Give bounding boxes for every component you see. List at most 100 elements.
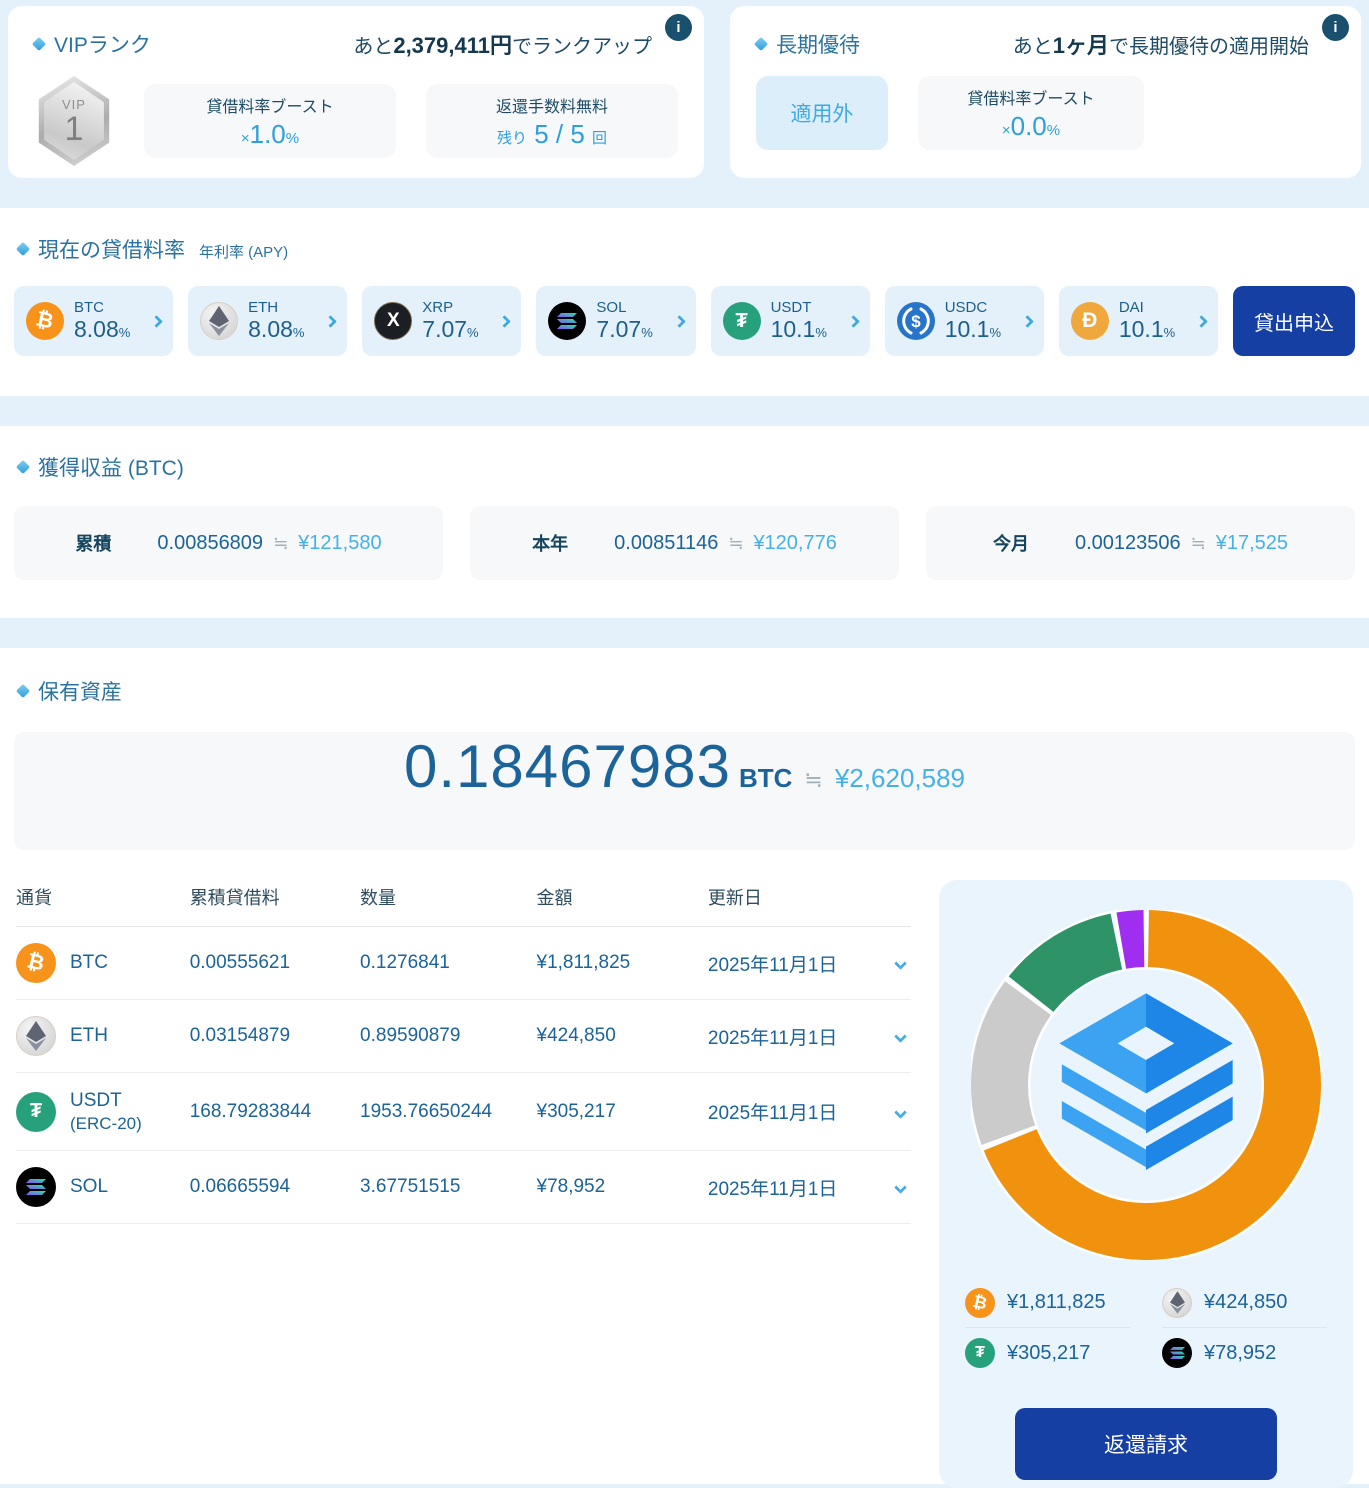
longterm-boost-label: 貸借料率ブースト: [967, 85, 1094, 109]
legend-item-eth: ¥424,850: [1162, 1278, 1327, 1328]
earnings-cards-row: 累積 0.00856809 ≒ ¥121,580 本年 0.00851146 ≒…: [0, 506, 1369, 580]
approx-symbol: ≒: [728, 533, 743, 554]
amount-value: ¥1,811,825: [537, 927, 708, 1000]
earnings-card-ytd: 本年 0.00851146 ≒ ¥120,776: [470, 506, 899, 580]
earnings-yen-value: ¥120,776: [753, 532, 836, 555]
rate-card-usdt[interactable]: ₮ USDT 10.1%: [711, 286, 870, 356]
col-header-quantity: 数量: [360, 880, 536, 927]
rate-card-btc[interactable]: ₿ BTC 8.08%: [14, 286, 173, 356]
earnings-label: 累積: [75, 530, 111, 556]
info-icon[interactable]: i: [665, 14, 692, 41]
fee-free-card: 返還手数料無料 残り 5 / 5 回: [426, 84, 678, 158]
total-btc-unit: BTC: [739, 763, 792, 794]
quantity-value: 1953.76650244: [360, 1073, 536, 1151]
bitlending-logo: [1046, 990, 1246, 1180]
col-header-cumulative-fee: 累積貸借料: [190, 880, 360, 927]
return-request-button[interactable]: 返還請求: [1015, 1408, 1277, 1480]
cumulative-fee-value: 0.03154879: [190, 1000, 360, 1073]
diamond-bullet-icon: [16, 684, 30, 698]
rate-card-eth[interactable]: ETH 8.08%: [188, 286, 347, 356]
fee-free-label: 返還手数料無料: [496, 93, 608, 117]
svg-text:$: $: [911, 312, 921, 331]
sol-icon: [1162, 1338, 1192, 1368]
cumulative-fee-value: 0.00555621: [190, 927, 360, 1000]
top-cards-row: VIPランク あと2,379,411円でランクアップ i VIP 1 貸借料率ブ…: [0, 0, 1369, 178]
rate-coin-name: USDC: [945, 300, 1001, 317]
cumulative-fee-value: 168.79283844: [190, 1073, 360, 1151]
longterm-card-header: 長期優待 あと1ヶ月で長期優待の適用開始: [756, 28, 1335, 60]
rate-card-sol[interactable]: SOL 7.07%: [536, 286, 695, 356]
rate-card-usdc[interactable]: $ USDC 10.1%: [885, 286, 1044, 356]
rate-coin-name: USDT: [771, 300, 827, 317]
longterm-benefit-card: 長期優待 あと1ヶ月で長期優待の適用開始 i 適用外 貸借料率ブースト ×0.0…: [730, 6, 1361, 178]
coin-name: ETH: [70, 1024, 108, 1048]
earnings-section: 獲得収益 (BTC) 累積 0.00856809 ≒ ¥121,580 本年 0…: [0, 426, 1369, 618]
holdings-title: 保有資産: [38, 676, 122, 706]
amount-value: ¥305,217: [537, 1073, 708, 1151]
approx-symbol: ≒: [1191, 533, 1206, 554]
lend-apply-button[interactable]: 貸出申込: [1233, 286, 1355, 356]
chevron-right-icon: [847, 315, 860, 328]
rate-value: 7.07%: [596, 317, 652, 342]
updated-date: 2025年11月1日: [708, 1073, 876, 1151]
table-row-usdt: ₮USDT(ERC-20) 168.79283844 1953.76650244…: [16, 1073, 911, 1151]
updated-date: 2025年11月1日: [708, 1151, 876, 1224]
portfolio-panel: ₿ ¥1,811,825 ¥424,850 ₮ ¥305,217 ¥78,952…: [939, 880, 1353, 1488]
btc-icon: ₿: [965, 1288, 995, 1318]
legend-value: ¥78,952: [1204, 1342, 1276, 1365]
earnings-section-heading: 獲得収益 (BTC): [0, 452, 1369, 482]
rate-value: 10.1%: [945, 317, 1001, 342]
longterm-title: 長期優待: [756, 29, 860, 59]
earnings-label: 今月: [993, 530, 1029, 556]
total-assets-card: 0.18467983 BTC ≒ ¥2,620,589: [14, 732, 1355, 850]
info-icon[interactable]: i: [1322, 14, 1349, 41]
chevron-down-icon[interactable]: [894, 957, 907, 970]
fee-free-remaining: 残り 5 / 5 回: [497, 119, 607, 150]
earnings-label: 本年: [532, 530, 568, 556]
table-row-btc: ₿BTC 0.00555621 0.1276841 ¥1,811,825 202…: [16, 927, 911, 1000]
table-row-eth: ETH 0.03154879 0.89590879 ¥424,850 2025年…: [16, 1000, 911, 1073]
legend-item-btc: ₿ ¥1,811,825: [965, 1278, 1130, 1328]
earnings-btc-value: 0.00851146: [614, 532, 718, 555]
earnings-btc-value: 0.00123506: [1075, 532, 1181, 555]
quantity-value: 0.89590879: [360, 1000, 536, 1073]
rate-card-dai[interactable]: Ð DAI 10.1%: [1059, 286, 1218, 356]
rate-coin-name: XRP: [422, 300, 478, 317]
chevron-down-icon[interactable]: [894, 1106, 907, 1119]
rankup-note: あと2,379,411円でランクアップ: [353, 28, 652, 60]
chevron-right-icon: [1195, 315, 1208, 328]
assets-table: 通貨 累積貸借料 数量 金額 更新日 ₿BTC 0.00555621 0.127…: [16, 880, 911, 1224]
usdt-icon: ₮: [965, 1338, 995, 1368]
rate-coin-name: SOL: [596, 300, 652, 317]
chevron-down-icon[interactable]: [894, 1181, 907, 1194]
coin-name: USDT: [70, 1089, 142, 1113]
table-row-sol: SOL 0.06665594 3.67751515 ¥78,952 2025年1…: [16, 1151, 911, 1224]
quantity-value: 3.67751515: [360, 1151, 536, 1224]
current-rates-section: 現在の貸借料率 年利率 (APY) ₿ BTC 8.08% ETH 8.08% …: [0, 208, 1369, 396]
earnings-card-cumulative: 累積 0.00856809 ≒ ¥121,580: [14, 506, 443, 580]
earnings-yen-value: ¥121,580: [298, 532, 381, 555]
holdings-section: 保有資産 0.18467983 BTC ≒ ¥2,620,589 通貨 累積貸借…: [0, 648, 1369, 1484]
legend-value: ¥305,217: [1007, 1342, 1090, 1365]
legend-value: ¥424,850: [1204, 1291, 1287, 1314]
longterm-note: あと1ヶ月で長期優待の適用開始: [1013, 28, 1309, 60]
usdc-icon: $: [897, 302, 935, 340]
vip-rank-card: VIPランク あと2,379,411円でランクアップ i VIP 1 貸借料率ブ…: [8, 6, 704, 178]
rate-card-xrp[interactable]: X XRP 7.07%: [362, 286, 521, 356]
quantity-value: 0.1276841: [360, 927, 536, 1000]
chevron-right-icon: [673, 315, 686, 328]
updated-date: 2025年11月1日: [708, 1000, 876, 1073]
vip-card-header: VIPランク あと2,379,411円でランクアップ: [34, 28, 678, 60]
rates-subtitle: 年利率 (APY): [199, 241, 288, 262]
chevron-right-icon: [150, 315, 163, 328]
longterm-status-badge: 適用外: [756, 76, 888, 150]
amount-value: ¥424,850: [537, 1000, 708, 1073]
longterm-boost-card: 貸借料率ブースト ×0.0%: [918, 76, 1144, 150]
assets-table-header-row: 通貨 累積貸借料 数量 金額 更新日: [16, 880, 911, 927]
approx-symbol: ≒: [804, 767, 822, 793]
diamond-bullet-icon: [32, 37, 46, 51]
chevron-down-icon[interactable]: [894, 1030, 907, 1043]
col-header-updated: 更新日: [708, 880, 876, 927]
btc-icon: ₿: [26, 302, 64, 340]
longterm-boost-value: ×0.0%: [1002, 111, 1060, 142]
